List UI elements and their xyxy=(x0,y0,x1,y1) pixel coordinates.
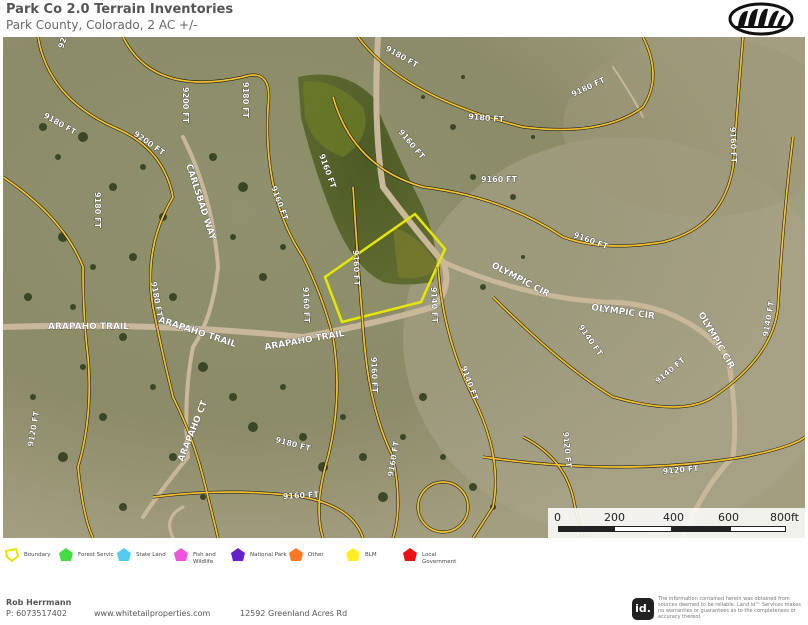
other-land-icon xyxy=(289,548,303,561)
whitetail-logo-icon xyxy=(728,2,794,36)
contour-label: 9160 FT xyxy=(283,490,320,501)
aerial-map[interactable]: CARLSBAD WAY ARAPAHO TRAIL ARAPAHO TRAIL… xyxy=(3,37,805,538)
contour-label: 9160 FT xyxy=(728,127,738,164)
contour-label: 9160 FT xyxy=(369,357,379,394)
scale-segment xyxy=(672,526,730,532)
scale-segment xyxy=(730,526,786,532)
contour-label: 9180 FT xyxy=(93,192,102,229)
map-footer: Rob Herrmann P: 6073517402 www.whitetail… xyxy=(0,590,808,625)
legend-item-forest: Forest Servic xyxy=(58,547,114,563)
legend-item-boundary: Boundary xyxy=(4,547,51,563)
office-address: 12592 Greenland Acres Rd xyxy=(240,609,348,618)
website-link[interactable]: www.whitetailproperties.com xyxy=(94,609,210,618)
legend-label: Forest Servic xyxy=(78,552,114,558)
legend-item-blm: BLM xyxy=(345,547,377,563)
legend-item-national-park: National Park xyxy=(230,547,287,563)
land-id-logo-icon: id. xyxy=(632,598,654,620)
map-header: Park Co 2.0 Terrain Inventories Park Cou… xyxy=(0,0,808,36)
contour-label: 9200 FT xyxy=(181,87,190,124)
scale-tick-label: 400 xyxy=(663,511,684,524)
legend-item-other: Other xyxy=(288,547,324,563)
legend-item-state-land: State Land xyxy=(116,547,166,563)
legend-label: BLM xyxy=(365,552,377,558)
legend-label: Local Government xyxy=(422,552,457,565)
contour-label: 9180 FT xyxy=(241,82,250,119)
page-title: Park Co 2.0 Terrain Inventories xyxy=(6,2,234,17)
page-subtitle: Park County, Colorado, 2 AC +/- xyxy=(6,18,198,32)
local-government-icon xyxy=(403,548,417,561)
national-park-icon xyxy=(231,548,245,561)
fish-wildlife-icon xyxy=(174,548,188,561)
legend-label: State Land xyxy=(136,552,166,558)
map-legend: Boundary Forest Servic State Land Fish a… xyxy=(0,542,808,570)
scale-tick-label: 800ft xyxy=(770,511,799,524)
scale-tick-label: 600 xyxy=(718,511,739,524)
blm-icon xyxy=(346,548,360,561)
disclaimer-text: The information contained herein was obt… xyxy=(658,596,801,620)
legend-item-fish-wildlife: Fish and Wildlife xyxy=(173,547,237,565)
legend-label: Other xyxy=(308,552,324,558)
road-label-arapaho-1: ARAPAHO TRAIL xyxy=(48,322,129,332)
agent-phone: P: 6073517402 xyxy=(6,609,67,618)
legend-item-local-government: Local Government xyxy=(402,547,466,565)
legend-label: National Park xyxy=(250,552,287,558)
state-land-icon xyxy=(117,548,131,561)
agent-name: Rob Herrmann xyxy=(6,598,72,607)
scale-tick-label: 200 xyxy=(604,511,625,524)
contour-label: 9140 FT xyxy=(429,287,439,324)
contour-label: 9160 FT xyxy=(481,175,518,184)
boundary-icon xyxy=(4,547,20,563)
scale-segment xyxy=(558,526,614,532)
contour-label: 9160 FT xyxy=(351,250,361,287)
forest-service-icon xyxy=(59,548,73,561)
scale-bar: 0 200 400 600 800ft xyxy=(548,508,805,538)
legend-label: Boundary xyxy=(24,552,51,558)
contour-label: 9160 FT xyxy=(301,287,311,324)
scale-segment xyxy=(614,526,672,532)
scale-tick-label: 0 xyxy=(554,511,561,524)
